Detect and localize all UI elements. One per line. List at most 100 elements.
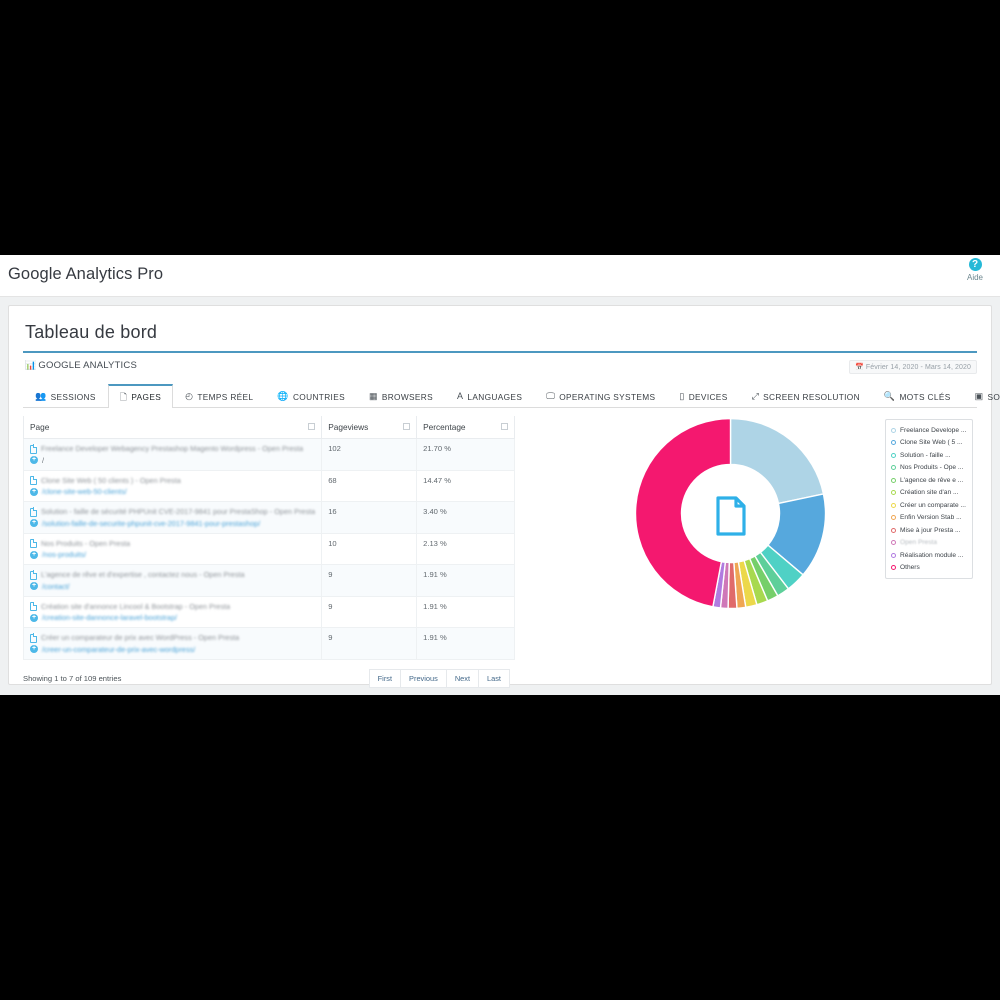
help-label: Aide xyxy=(966,273,983,282)
pages-table: Page Pageviews Percentage Freelance Deve… xyxy=(22,416,515,660)
column-header-page[interactable]: Page xyxy=(22,416,323,439)
tab-languages[interactable]: A LANGUAGES xyxy=(445,384,534,408)
legend-label: Clone Site Web ( 5 ... xyxy=(900,439,963,447)
cell-percentage: 14.47 % xyxy=(416,469,515,502)
legend-item[interactable]: Freelance Develope ... xyxy=(891,424,968,437)
legend-item[interactable]: Clone Site Web ( 5 ... xyxy=(891,437,968,450)
table-row[interactable]: Clone Site Web ( 50 clients ) - Open Pre… xyxy=(22,469,515,502)
tab-devices[interactable]: ▯ DEVICES xyxy=(667,384,739,408)
legend-item[interactable]: Nos Produits - Ope ... xyxy=(891,462,968,475)
section-kicker-label: GOOGLE ANALYTICS xyxy=(38,360,137,371)
tab-sessions[interactable]: 👥 SESSIONS xyxy=(23,384,108,408)
legend-color-dot xyxy=(891,552,896,558)
table-row[interactable]: Freelance Developer Webagency Prestashop… xyxy=(22,438,515,471)
tab-label: MOTS CLÉS xyxy=(899,391,951,402)
table-header-row: Page Pageviews Percentage xyxy=(22,416,515,439)
mobile-icon: ▯ xyxy=(679,391,685,401)
page-cell-content: L'agence de rêve et d'expertise , contac… xyxy=(30,570,315,591)
tab-countries[interactable]: 🌐 COUNTRIES xyxy=(265,384,357,408)
column-toggle-checkbox-pageviews[interactable] xyxy=(403,423,411,430)
page-title-text: Solution - faille de sécurité PHPUnit CV… xyxy=(41,507,316,516)
expand-plus-icon[interactable]: + xyxy=(30,613,38,622)
table-row[interactable]: Créer un comparateur de prix avec WordPr… xyxy=(22,627,515,660)
legend-item[interactable]: L'agence de rêve e ... xyxy=(891,474,968,487)
page-title-line: Solution - faille de sécurité PHPUnit CV… xyxy=(30,507,315,517)
chart-container: Freelance Develope ... Clone Site Web ( 5… xyxy=(515,416,977,666)
tab-operating-systems[interactable]: 🖵 OPERATING SYSTEMS xyxy=(534,384,667,408)
app-header: Google Analytics Pro ? Aide xyxy=(0,255,1000,297)
page-url-link[interactable]: / xyxy=(42,456,44,465)
page-title-line: L'agence de rêve et d'expertise , contac… xyxy=(30,570,315,580)
cell-percentage: 1.91 % xyxy=(416,564,515,597)
legend-item[interactable]: Réalisation module ... xyxy=(891,549,968,562)
expand-plus-icon[interactable]: + xyxy=(30,550,38,559)
tab-screen-resolution[interactable]: ⤢ SCREEN RESOLUTION xyxy=(740,384,872,408)
pager-next-button[interactable]: Next xyxy=(445,668,480,688)
expand-plus-icon[interactable]: + xyxy=(30,582,38,590)
column-toggle-checkbox-percentage[interactable] xyxy=(501,423,508,430)
page-cell-content: Clone Site Web ( 50 clients ) - Open Pre… xyxy=(30,476,315,496)
tab-label: OPERATING SYSTEMS xyxy=(559,391,656,402)
globe-icon: 🌐 xyxy=(277,391,289,401)
legend-item[interactable]: Enfin Version Stab ... xyxy=(891,512,968,525)
table-row[interactable]: Solution - faille de sécurité PHPUnit CV… xyxy=(22,501,515,534)
page-url-link[interactable]: /creer-un-comparateur-de-prix-avec-wordp… xyxy=(42,645,195,654)
cell-percentage: 1.91 % xyxy=(416,627,515,660)
expand-plus-icon[interactable]: + xyxy=(30,456,38,464)
tab-label: SCREEN RESOLUTION xyxy=(763,391,860,402)
tab-pages[interactable]: 🗋 PAGES xyxy=(107,384,174,408)
table-body: Freelance Developer Webagency Prestashop… xyxy=(22,438,515,660)
page-body: Tableau de bord 📊 GOOGLE ANALYTICS 📅 Fév… xyxy=(0,297,1000,695)
legend-color-dot xyxy=(891,452,896,458)
legend-item[interactable]: Création site d'an ... xyxy=(891,487,968,500)
table-row[interactable]: Nos Produits - Open Presta + /nos-produits… xyxy=(22,532,515,565)
column-header-pageviews[interactable]: Pageviews xyxy=(321,416,418,439)
pager-first-button[interactable]: First xyxy=(368,668,402,688)
page-url-link[interactable]: /clone-site-web-50-clients/ xyxy=(42,487,127,496)
tab-source[interactable]: ▣SOURCE xyxy=(963,384,1000,408)
page-url-line: + / xyxy=(30,456,315,465)
pager-previous-button[interactable]: Previous xyxy=(400,668,447,688)
bar-chart-icon: 📊 xyxy=(25,360,37,370)
page-title-line: Nos Produits - Open Presta xyxy=(30,539,315,548)
tab-mots-cl-s[interactable]: 🔍 MOTS CLÉS xyxy=(872,384,963,408)
expand-plus-icon[interactable]: + xyxy=(30,645,38,653)
tab-temps-r-el[interactable]: ◴ TEMPS RÉEL xyxy=(173,384,265,408)
legend-color-dot xyxy=(891,515,896,521)
expand-plus-icon[interactable]: + xyxy=(30,519,38,527)
legend-item[interactable]: Others xyxy=(891,562,968,575)
table-row[interactable]: L'agence de rêve et d'expertise , contac… xyxy=(22,564,515,597)
legend-color-dot xyxy=(891,465,896,471)
document-icon xyxy=(30,507,38,517)
search-icon: 🔍 xyxy=(883,391,896,401)
table-head: Page Pageviews Percentage xyxy=(22,416,515,439)
page-url-link[interactable]: /contact/ xyxy=(42,582,70,591)
legend-item[interactable]: Mise à jour Presta ... xyxy=(891,524,968,537)
cell-page: Créer un comparateur de prix avec WordPr… xyxy=(22,627,323,660)
table-row[interactable]: Création site d'annonce Lincool & Bootst… xyxy=(22,595,515,628)
page-url-link[interactable]: /creation-site-dannonce-laravel-bootstra… xyxy=(42,613,177,622)
document-icon xyxy=(30,444,38,454)
tab-browsers[interactable]: ▦ BROWSERS xyxy=(357,384,445,408)
expand-plus-icon[interactable]: + xyxy=(30,487,38,496)
legend-item[interactable]: Créer un comparate ... xyxy=(891,499,968,512)
donut-slice[interactable] xyxy=(729,417,825,505)
column-header-percentage[interactable]: Percentage xyxy=(416,416,515,439)
tab-label: BROWSERS xyxy=(381,391,434,402)
column-header-page-label: Page xyxy=(30,422,50,432)
legend-color-dot xyxy=(891,502,896,508)
cell-page: Freelance Developer Webagency Prestashop… xyxy=(22,438,323,471)
legend-item[interactable]: Open Presta xyxy=(891,537,968,550)
page-url-link[interactable]: /nos-produits/ xyxy=(42,550,86,559)
date-range-picker[interactable]: 📅 Février 14, 2020 - Mars 14, 2020 xyxy=(848,360,977,374)
legend-label: Nos Produits - Ope ... xyxy=(900,464,964,472)
column-toggle-checkbox-page[interactable] xyxy=(308,423,316,430)
page-title-line: Clone Site Web ( 50 clients ) - Open Pre… xyxy=(30,476,315,485)
pager-last-button[interactable]: Last xyxy=(478,668,510,688)
page-url-line: + /solution-faille-de-securite-phpunit-cv… xyxy=(30,519,315,528)
page-cell-content: Création site d'annonce Lincool & Bootst… xyxy=(30,602,315,622)
legend-item[interactable]: Solution - faille ... xyxy=(891,449,968,462)
donut-chart xyxy=(633,416,828,616)
help-button[interactable]: ? Aide xyxy=(958,258,992,282)
page-url-link[interactable]: /solution-faille-de-securite-phpunit-cve… xyxy=(42,519,260,528)
